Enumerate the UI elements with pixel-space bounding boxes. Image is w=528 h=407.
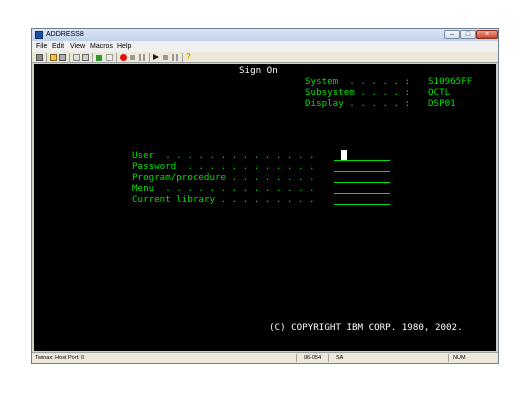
paste-icon[interactable] xyxy=(82,54,89,61)
menu-macros[interactable]: Macros xyxy=(90,42,113,51)
terminal-window: ADDRESS8 – □ × File Edit View Macros Hel… xyxy=(31,28,499,364)
pause-play-icon[interactable] xyxy=(172,54,178,61)
menu-file[interactable]: File xyxy=(36,42,47,51)
toolbar-separator xyxy=(116,53,117,62)
maximize-button[interactable]: □ xyxy=(460,30,476,39)
toolbar-separator xyxy=(92,53,93,62)
stop-play-icon[interactable] xyxy=(163,55,168,60)
system-value: S10965FF xyxy=(428,76,473,87)
status-bar: Twinax: Host Port: 0 06-054 SA NUM xyxy=(32,352,498,363)
host-port-status: Twinax: Host Port: 0 xyxy=(35,355,85,361)
text-cursor xyxy=(341,150,347,160)
menu-field[interactable] xyxy=(334,183,390,194)
menu-label: Menu . . . . . . . . . . . . . . xyxy=(132,183,315,194)
current-library-field[interactable] xyxy=(334,194,390,205)
minimize-button[interactable]: – xyxy=(444,30,460,39)
stop-icon[interactable] xyxy=(96,54,102,61)
subsystem-value: QCTL xyxy=(428,87,451,98)
status-divider xyxy=(296,354,297,362)
cursor-position: 06-054 xyxy=(304,355,322,361)
screen-heading: Sign On xyxy=(239,65,278,76)
program-procedure-label: Program/procedure . . . . . . . . xyxy=(132,172,315,183)
blank-icon[interactable] xyxy=(106,54,113,61)
terminal-screen[interactable]: Sign On System . . . . . : S10965FF Subs… xyxy=(34,64,496,351)
mode-indicator: SA xyxy=(336,355,344,361)
toolbar-separator xyxy=(182,53,183,62)
play-icon[interactable] xyxy=(153,54,159,60)
title-bar[interactable]: ADDRESS8 – □ × xyxy=(32,29,498,41)
toolbar: ? xyxy=(32,52,498,63)
toolbar-separator xyxy=(69,53,70,62)
password-label: Password . . . . . . . . . . . . xyxy=(132,161,315,172)
record-icon[interactable] xyxy=(120,54,127,61)
open-icon[interactable] xyxy=(50,54,57,61)
copy-icon[interactable] xyxy=(73,54,80,61)
numlock-indicator: NUM xyxy=(453,355,466,361)
menu-bar: File Edit View Macros Help xyxy=(32,41,498,52)
menu-view[interactable]: View xyxy=(70,42,85,51)
display-value: DSP01 xyxy=(428,98,456,109)
program-procedure-field[interactable] xyxy=(334,172,390,183)
pause-record-icon[interactable] xyxy=(139,54,145,61)
current-library-label: Current library . . . . . . . . . xyxy=(132,194,315,205)
print-icon[interactable] xyxy=(59,54,66,61)
user-label: User . . . . . . . . . . . . . . xyxy=(132,150,315,161)
menu-help[interactable]: Help xyxy=(117,42,131,51)
window-title: ADDRESS8 xyxy=(46,31,84,38)
toolbar-separator xyxy=(149,53,150,62)
menu-edit[interactable]: Edit xyxy=(52,42,64,51)
display-label: Display . . . . . : xyxy=(305,98,411,109)
close-button[interactable]: × xyxy=(476,30,498,39)
password-field[interactable] xyxy=(334,161,390,172)
copyright-notice: (C) COPYRIGHT IBM CORP. 1980, 2002. xyxy=(269,322,463,333)
help-icon[interactable]: ? xyxy=(186,53,193,61)
app-icon xyxy=(35,31,43,39)
subsystem-label: Subsystem . . . . : xyxy=(305,87,411,98)
new-session-icon[interactable] xyxy=(36,54,43,61)
system-label: System . . . . . : xyxy=(305,76,411,87)
stop-record-icon[interactable] xyxy=(130,55,135,60)
status-divider xyxy=(328,354,329,362)
status-divider xyxy=(448,354,449,362)
toolbar-separator xyxy=(46,53,47,62)
